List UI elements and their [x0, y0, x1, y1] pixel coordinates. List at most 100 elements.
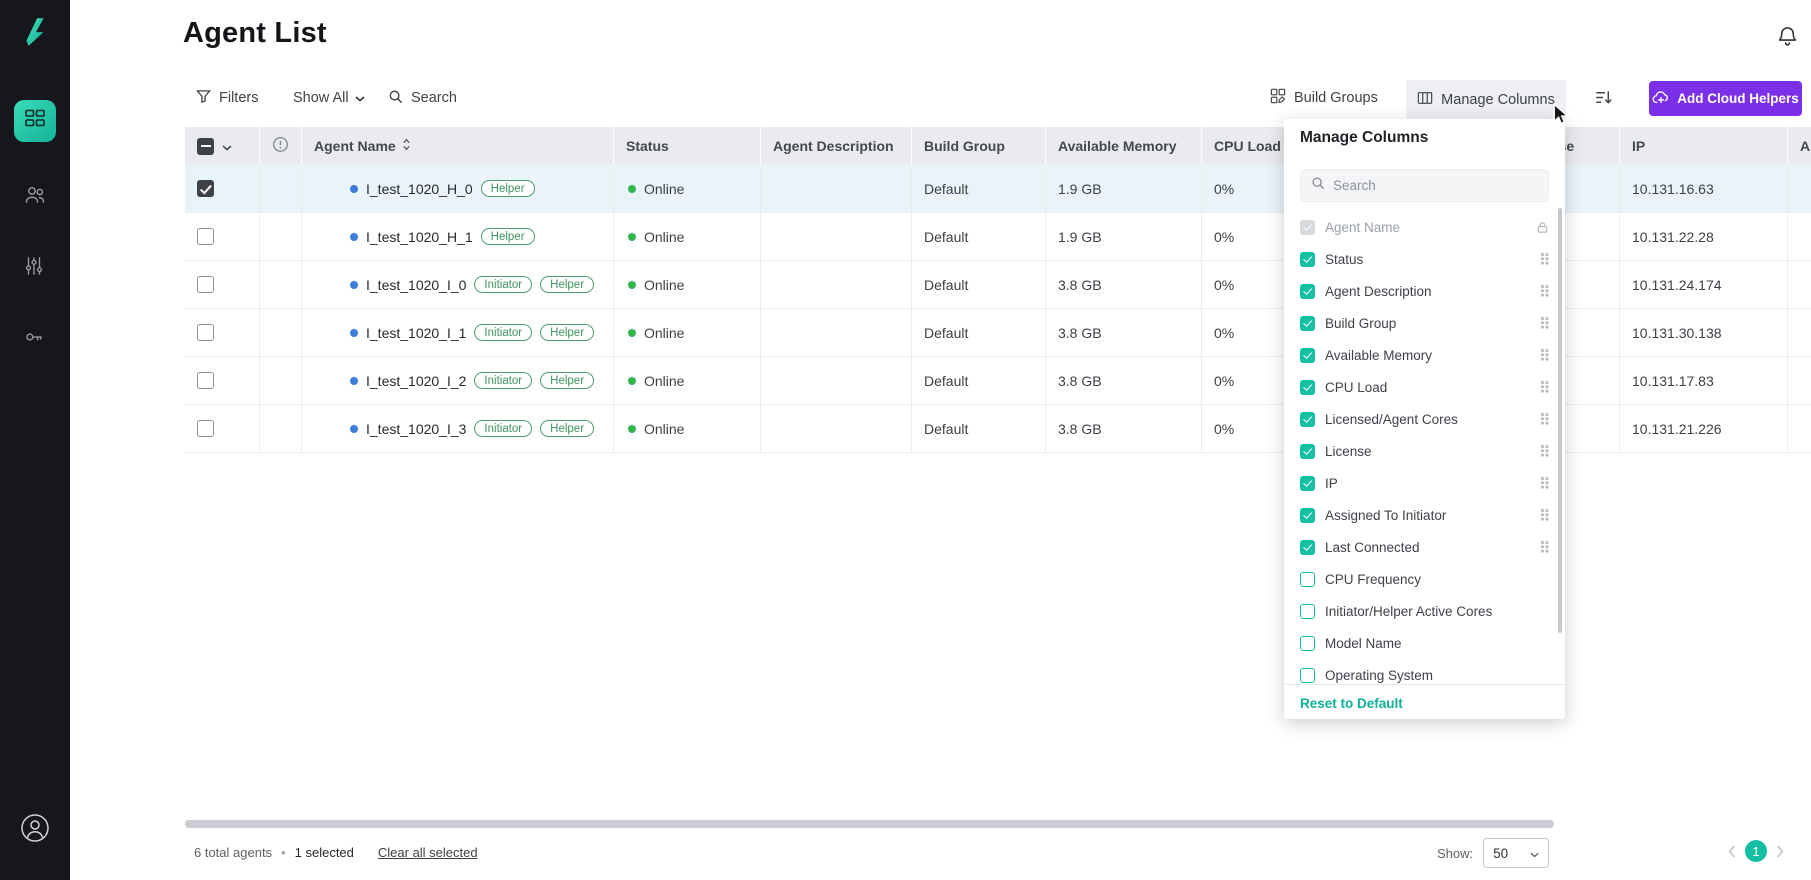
- clear-all-selected-link[interactable]: Clear all selected: [378, 845, 478, 860]
- checkbox[interactable]: [1300, 508, 1315, 523]
- agent-name: I_test_1020_I_0: [366, 277, 466, 293]
- checkbox[interactable]: [1300, 572, 1315, 587]
- checkbox[interactable]: [1300, 444, 1315, 459]
- current-page-button[interactable]: 1: [1745, 840, 1767, 862]
- column-label: Build Group: [1325, 316, 1396, 331]
- column-toggle-status[interactable]: Status: [1284, 243, 1565, 275]
- footer-summary: 6 total agents • 1 selected Clear all se…: [194, 845, 478, 860]
- add-cloud-helpers-button[interactable]: Add Cloud Helpers: [1649, 81, 1802, 116]
- row-checkbox[interactable]: [197, 228, 214, 245]
- column-toggle-licensed-agent-cores[interactable]: Licensed/Agent Cores: [1284, 403, 1565, 435]
- show-all-dropdown[interactable]: Show All: [293, 87, 365, 109]
- column-toggle-cpu-load[interactable]: CPU Load: [1284, 371, 1565, 403]
- checkbox[interactable]: [1300, 412, 1315, 427]
- manage-columns-label: Manage Columns: [1441, 92, 1555, 108]
- next-page-icon[interactable]: [1776, 845, 1784, 858]
- ip-cell: 10.131.17.83: [1620, 357, 1788, 404]
- search-control[interactable]: Search: [388, 87, 457, 109]
- agent-status-dot-icon: [350, 329, 358, 337]
- panel-search-box[interactable]: [1300, 169, 1549, 202]
- row-checkbox[interactable]: [197, 372, 214, 389]
- table-row[interactable]: I_test_1020_I_2 Initiator Helper Online …: [185, 357, 1811, 405]
- drag-handle-icon[interactable]: [1541, 541, 1549, 553]
- column-header-agent-name[interactable]: Agent Name: [302, 127, 614, 165]
- checkbox[interactable]: [1300, 316, 1315, 331]
- ip-cell: 10.131.22.28: [1620, 213, 1788, 260]
- column-header-assigned-to-initiator: Assigned To Initiator: [1788, 127, 1811, 165]
- reset-to-default-link[interactable]: Reset to Default: [1300, 696, 1403, 711]
- table-row[interactable]: I_test_1020_H_1 Helper Online Default 1.…: [185, 213, 1811, 261]
- agent-name: I_test_1020_H_1: [366, 229, 473, 245]
- panel-scrollbar[interactable]: [1558, 208, 1562, 633]
- column-toggle-cpu-frequency[interactable]: CPU Frequency: [1284, 563, 1565, 595]
- row-checkbox[interactable]: [197, 180, 214, 197]
- panel-search-input[interactable]: [1333, 178, 1538, 193]
- table-row[interactable]: I_test_1020_H_0 Helper Online Default 1.…: [185, 165, 1811, 213]
- column-label: Status: [1325, 252, 1363, 267]
- agent-name-header-label: Agent Name: [314, 138, 396, 154]
- agent-status-dot-icon: [350, 377, 358, 385]
- filters-button[interactable]: Filters: [196, 87, 258, 109]
- horizontal-scrollbar[interactable]: [185, 820, 1554, 828]
- page-size-select[interactable]: 50: [1483, 838, 1549, 868]
- checkbox[interactable]: [1300, 636, 1315, 651]
- column-toggle-ip[interactable]: IP: [1284, 467, 1565, 499]
- sidebar-item-licenses[interactable]: [23, 325, 45, 349]
- checkbox[interactable]: [1300, 604, 1315, 619]
- drag-handle-icon[interactable]: [1541, 349, 1549, 361]
- drag-handle-icon[interactable]: [1541, 285, 1549, 297]
- drag-handle-icon[interactable]: [1541, 317, 1549, 329]
- column-toggle-assigned-to-initiator[interactable]: Assigned To Initiator: [1284, 499, 1565, 531]
- row-checkbox[interactable]: [197, 276, 214, 293]
- ip-cell: 10.131.16.63: [1620, 165, 1788, 212]
- checkbox[interactable]: [1300, 476, 1315, 491]
- manage-columns-button[interactable]: Manage Columns: [1406, 80, 1566, 119]
- drag-handle-icon[interactable]: [1541, 477, 1549, 489]
- checkbox[interactable]: [1300, 348, 1315, 363]
- column-toggle-model-name[interactable]: Model Name: [1284, 627, 1565, 659]
- drag-handle-icon[interactable]: [1541, 445, 1549, 457]
- checkbox[interactable]: [1300, 540, 1315, 555]
- user-avatar-icon[interactable]: [19, 812, 51, 849]
- notifications-bell-icon[interactable]: [1776, 25, 1799, 53]
- drag-handle-icon[interactable]: [1541, 509, 1549, 521]
- table-row[interactable]: I_test_1020_I_0 Initiator Helper Online …: [185, 261, 1811, 309]
- column-toggle-build-group[interactable]: Build Group: [1284, 307, 1565, 339]
- column-toggle-agent-name[interactable]: Agent Name: [1284, 211, 1565, 243]
- column-toggle-agent-description[interactable]: Agent Description: [1284, 275, 1565, 307]
- column-toggle-available-memory[interactable]: Available Memory: [1284, 339, 1565, 371]
- checkbox[interactable]: [1300, 284, 1315, 299]
- select-all-checkbox[interactable]: [197, 138, 214, 155]
- sort-arrows-icon[interactable]: [402, 137, 411, 155]
- sidebar-item-users[interactable]: [23, 183, 47, 207]
- drag-handle-icon[interactable]: [1541, 253, 1549, 265]
- status-label: Online: [644, 373, 684, 389]
- column-toggle-license[interactable]: License: [1284, 435, 1565, 467]
- drag-handle-icon[interactable]: [1541, 413, 1549, 425]
- column-toggle-last-connected[interactable]: Last Connected: [1284, 531, 1565, 563]
- checkbox[interactable]: [1300, 252, 1315, 267]
- column-toggle-operating-system[interactable]: Operating System: [1284, 659, 1565, 684]
- table-row[interactable]: I_test_1020_I_1 Initiator Helper Online …: [185, 309, 1811, 357]
- drag-handle-icon[interactable]: [1541, 381, 1549, 393]
- row-checkbox[interactable]: [197, 324, 214, 341]
- table-row[interactable]: I_test_1020_I_3 Initiator Helper Online …: [185, 405, 1811, 453]
- column-label: CPU Load: [1325, 380, 1387, 395]
- available-memory-cell: 3.8 GB: [1046, 357, 1202, 404]
- row-checkbox[interactable]: [197, 420, 214, 437]
- sort-order-icon[interactable]: [1594, 88, 1613, 107]
- status-label: Online: [644, 325, 684, 341]
- checkbox[interactable]: [1300, 380, 1315, 395]
- column-label: Licensed/Agent Cores: [1325, 412, 1458, 427]
- checkbox[interactable]: [1300, 668, 1315, 683]
- prev-page-icon[interactable]: [1728, 845, 1736, 858]
- build-groups-button[interactable]: Build Groups: [1270, 87, 1378, 109]
- build-groups-label: Build Groups: [1294, 90, 1378, 106]
- sidebar-item-settings[interactable]: [23, 254, 45, 278]
- column-toggle-initiator-helper-active-cores[interactable]: Initiator/Helper Active Cores: [1284, 595, 1565, 627]
- available-memory-cell: 3.8 GB: [1046, 261, 1202, 308]
- agent-status-dot-icon: [350, 425, 358, 433]
- initiator-badge: Initiator: [474, 276, 532, 293]
- select-menu-chevron-icon[interactable]: [222, 138, 232, 154]
- sidebar-item-agents[interactable]: [14, 100, 56, 142]
